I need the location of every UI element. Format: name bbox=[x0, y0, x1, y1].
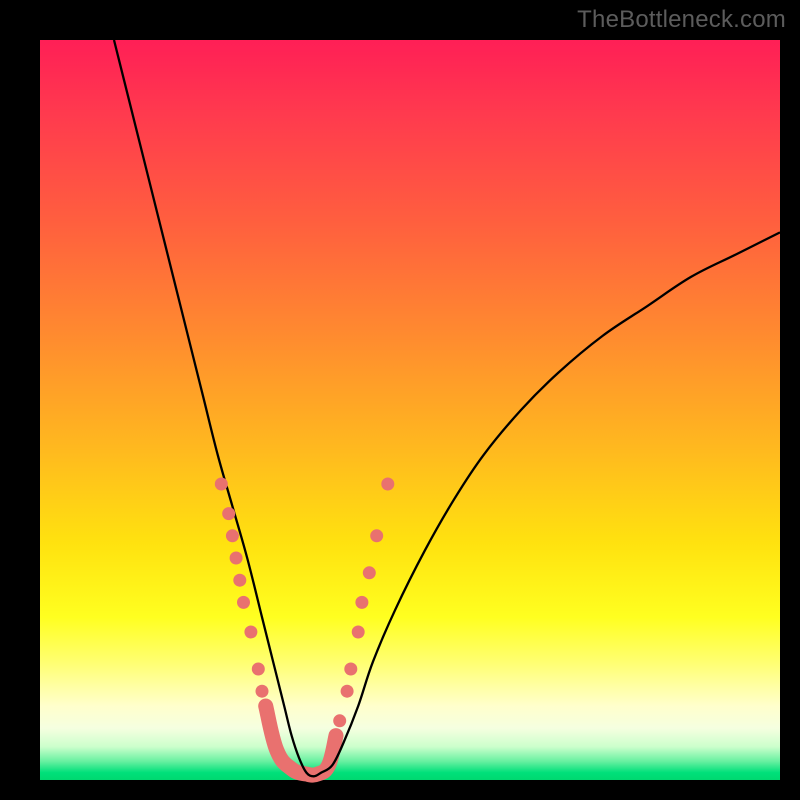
watermark-text: TheBottleneck.com bbox=[577, 6, 786, 34]
data-dot bbox=[256, 685, 269, 698]
data-dot bbox=[244, 626, 257, 639]
data-dot bbox=[370, 529, 383, 542]
plot-area bbox=[40, 40, 780, 780]
data-dot bbox=[363, 566, 376, 579]
data-dot bbox=[215, 478, 228, 491]
data-dot bbox=[230, 552, 243, 565]
data-dot bbox=[233, 574, 246, 587]
chart-frame: TheBottleneck.com bbox=[0, 0, 800, 800]
data-dot bbox=[344, 663, 357, 676]
bottleneck-curve bbox=[114, 40, 780, 776]
data-dot bbox=[259, 700, 272, 713]
data-dot bbox=[381, 478, 394, 491]
data-dot bbox=[226, 529, 239, 542]
data-dot bbox=[352, 626, 365, 639]
data-dot bbox=[237, 596, 250, 609]
data-dot bbox=[252, 663, 265, 676]
chart-svg bbox=[40, 40, 780, 780]
data-dot bbox=[355, 596, 368, 609]
data-dot bbox=[333, 714, 346, 727]
data-dots bbox=[215, 478, 394, 728]
data-dot bbox=[222, 507, 235, 520]
data-dot bbox=[341, 685, 354, 698]
